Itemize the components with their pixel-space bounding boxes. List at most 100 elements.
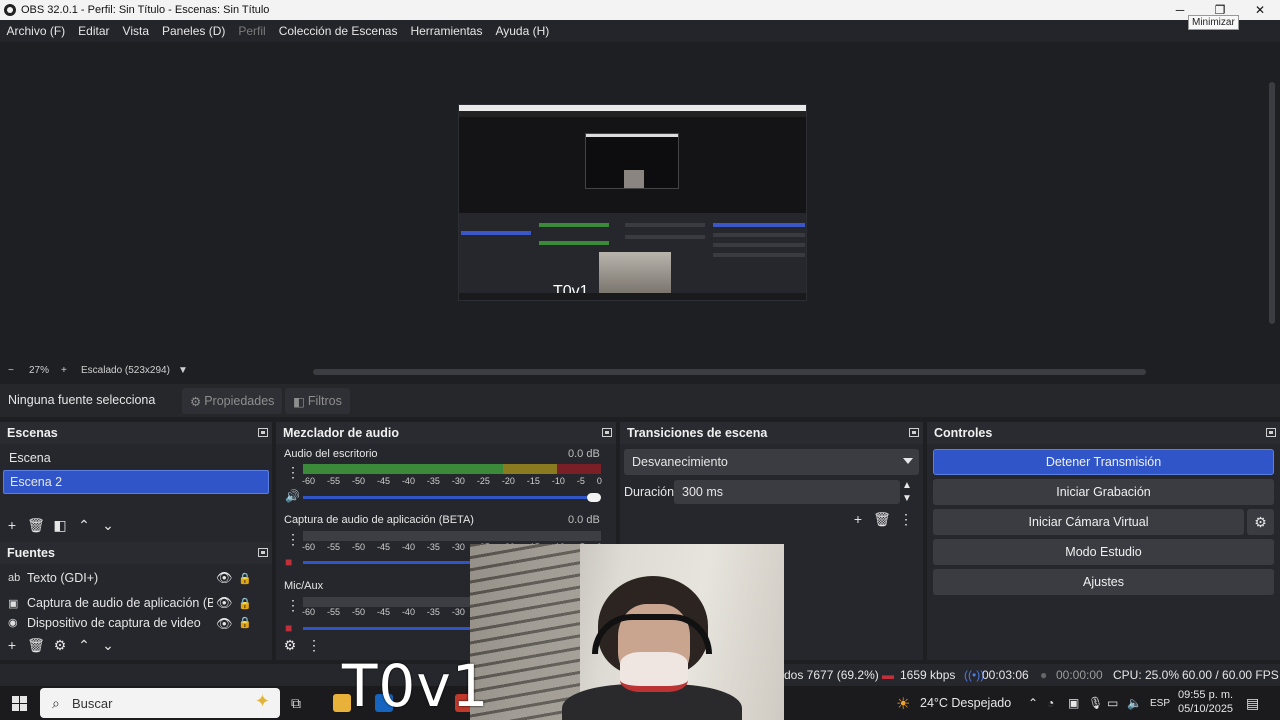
tray-app-icon[interactable]: ▣ <box>1068 696 1079 710</box>
menu-bar: Archivo (F) Editar Vista Paneles (D) Per… <box>0 20 1280 42</box>
scene-item[interactable]: Escena <box>3 446 269 470</box>
bitrate-icon: ▬ <box>882 668 894 682</box>
start-virtual-camera-button[interactable]: Iniciar Cámara Virtual <box>933 509 1244 535</box>
mixer-title: Mezclador de audio <box>283 426 399 440</box>
source-item[interactable]: ab Texto (GDI+) 👁 🔒 <box>8 566 260 590</box>
speaker-icon[interactable]: 🔊 <box>285 489 300 503</box>
settings-button[interactable]: Ajustes <box>933 569 1274 595</box>
weather-text[interactable]: 24°C Despejado <box>920 696 1011 710</box>
scenes-toolbar: + 🗑 ◧ ⌃ ⌄ <box>0 514 120 536</box>
transition-select[interactable]: Desvanecimiento <box>624 449 919 475</box>
language-indicator[interactable]: ESP <box>1150 698 1170 709</box>
undock-icon[interactable] <box>258 548 268 557</box>
task-view-icon[interactable]: ⧉ <box>291 695 301 712</box>
move-up-icon[interactable]: ⌃ <box>72 517 96 534</box>
clock[interactable]: 09:55 p. m. 05/10/2025 <box>1178 688 1233 716</box>
move-up-icon[interactable]: ⌃ <box>72 637 96 654</box>
muted-speaker-icon[interactable]: ■ <box>285 555 292 569</box>
add-scene-icon[interactable]: + <box>0 517 24 533</box>
volume-icon[interactable]: 🔈 <box>1127 696 1142 710</box>
visibility-eye-icon[interactable]: 👁 <box>216 570 233 586</box>
channel-db: 0.0 dB <box>568 448 600 460</box>
copilot-sparkle-icon: ✦ <box>254 691 270 711</box>
notifications-icon[interactable]: ▤ <box>1246 695 1259 712</box>
no-source-selected-label: Ninguna fuente selecciona <box>8 393 156 407</box>
lock-icon[interactable]: 🔒 <box>238 572 252 585</box>
zoom-out-button[interactable]: − <box>8 365 14 376</box>
camera-icon: ◉ <box>8 617 18 629</box>
remove-source-icon[interactable]: 🗑 <box>24 637 48 654</box>
microphone-icon[interactable]: 🎙 <box>1088 696 1103 710</box>
lock-icon[interactable]: 🔒 <box>238 616 252 629</box>
spin-down-icon[interactable]: ▼ <box>902 493 912 504</box>
menu-paneles[interactable]: Paneles (D) <box>156 24 232 38</box>
scenes-dock: Escenas Escena Escena 2 + 🗑 ◧ ⌃ ⌄ <box>0 422 272 542</box>
scene-filters-icon[interactable]: ◧ <box>48 517 72 534</box>
scaling-dropdown-icon[interactable]: ▼ <box>178 365 188 376</box>
stop-stream-button[interactable]: Detener Transmisión <box>933 449 1274 475</box>
channel-db: 0.0 dB <box>568 514 600 526</box>
menu-editar[interactable]: Editar <box>72 24 116 38</box>
transitions-toolbar: + 🗑 ⋮ <box>846 508 918 530</box>
record-time: 00:00:00 <box>1056 668 1103 682</box>
transition-menu-icon[interactable]: ⋮ <box>894 511 918 528</box>
undock-icon[interactable] <box>1266 428 1276 437</box>
volume-slider[interactable] <box>303 493 601 502</box>
visibility-eye-icon[interactable]: 👁 <box>216 595 233 611</box>
undock-icon[interactable] <box>909 428 919 437</box>
channel-menu-icon[interactable]: ⋮ <box>286 597 300 614</box>
add-transition-icon[interactable]: + <box>846 511 870 527</box>
windows-start-icon[interactable] <box>12 696 27 711</box>
preview-canvas[interactable]: T0v1 <box>458 104 807 301</box>
menu-coleccion-escenas[interactable]: Colección de Escenas <box>272 24 404 38</box>
start-recording-button[interactable]: Iniciar Grabación <box>933 479 1274 505</box>
add-source-icon[interactable]: + <box>0 637 24 653</box>
source-item[interactable]: ◉ Dispositivo de captura de video 👁 🔒 <box>8 616 260 630</box>
remove-transition-icon[interactable]: 🗑 <box>870 511 894 528</box>
preview-horizontal-scrollbar[interactable] <box>313 369 1146 375</box>
meter-ticks: -60-55-50-45-40-35-30-25-20-15-10-50 <box>302 476 602 486</box>
undock-icon[interactable] <box>258 428 268 437</box>
studio-mode-button[interactable]: Modo Estudio <box>933 539 1274 565</box>
properties-button[interactable]: ⚙ Propiedades <box>182 388 283 414</box>
preview-vertical-scrollbar[interactable] <box>1266 42 1280 364</box>
gear-icon: ⚙ <box>190 394 202 409</box>
channel-menu-icon[interactable]: ⋮ <box>286 531 300 548</box>
audio-meter <box>303 464 601 474</box>
menu-archivo[interactable]: Archivo (F) <box>0 24 72 38</box>
menu-vista[interactable]: Vista <box>116 24 155 38</box>
filters-button[interactable]: ◧ Filtros <box>285 388 350 414</box>
battery-icon[interactable]: ▭ <box>1107 696 1118 710</box>
source-settings-icon[interactable]: ⚙ <box>48 637 72 654</box>
window-title: OBS 32.0.1 - Perfil: Sin Título - Escena… <box>21 4 270 16</box>
advanced-audio-icon[interactable]: ⚙ <box>278 637 302 654</box>
mixer-menu-icon[interactable]: ⋮ <box>302 637 326 654</box>
remove-scene-icon[interactable]: 🗑 <box>24 517 48 534</box>
move-down-icon[interactable]: ⌄ <box>96 517 120 534</box>
undock-icon[interactable] <box>602 428 612 437</box>
taskbar-search[interactable]: ⌕ Buscar ✦ <box>40 688 280 718</box>
lock-icon[interactable]: 🔒 <box>238 597 252 610</box>
muted-speaker-icon[interactable]: ■ <box>285 621 292 635</box>
cpu-usage: CPU: 25.0% <box>1113 668 1180 682</box>
webcam-overlay <box>470 544 784 720</box>
dropped-frames: dos 7677 (69.2%) <box>784 668 879 682</box>
controls-title: Controles <box>934 426 993 440</box>
menu-herramientas[interactable]: Herramientas <box>404 24 489 38</box>
source-item[interactable]: ▣ Captura de audio de aplicación (BETA 👁… <box>8 591 260 615</box>
chevron-down-icon <box>903 458 913 464</box>
move-down-icon[interactable]: ⌄ <box>96 637 120 654</box>
scene-item-selected[interactable]: Escena 2 <box>3 470 269 494</box>
visibility-eye-icon[interactable]: 👁 <box>216 616 233 630</box>
menu-ayuda[interactable]: Ayuda (H) <box>489 24 556 38</box>
menu-perfil[interactable]: Perfil <box>232 24 272 38</box>
close-button[interactable]: ✕ <box>1240 0 1280 20</box>
network-icon[interactable]: ◔ <box>1047 696 1054 710</box>
zoom-in-button[interactable]: + <box>61 365 67 376</box>
spin-up-icon[interactable]: ▲ <box>902 480 912 491</box>
virtual-camera-settings-icon[interactable]: ⚙ <box>1247 509 1274 535</box>
duration-input[interactable]: 300 ms <box>674 480 900 504</box>
channel-menu-icon[interactable]: ⋮ <box>286 464 300 481</box>
tray-chevron-up-icon[interactable]: ⌃ <box>1028 696 1038 710</box>
audio-meter <box>303 531 601 541</box>
